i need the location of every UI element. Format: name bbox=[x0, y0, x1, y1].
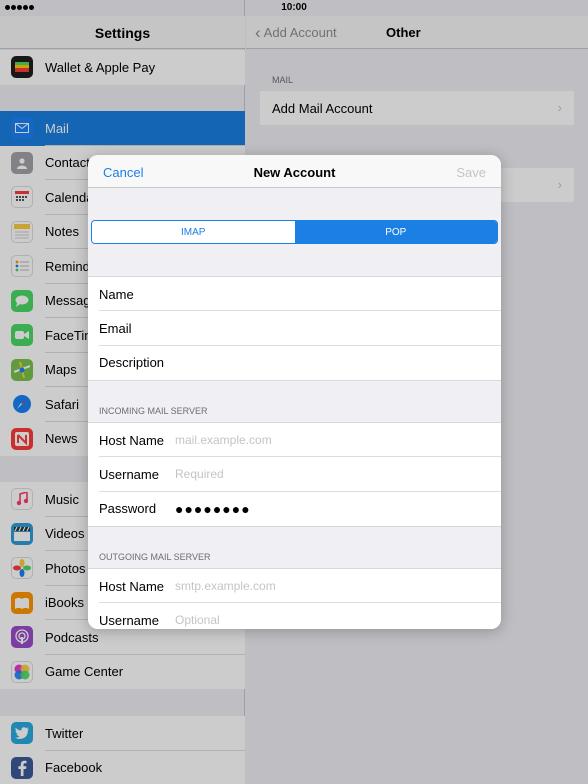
new-account-navigation-bar: Cancel New Account Save bbox=[88, 155, 501, 188]
incoming-password-value: ●●●●●●●● bbox=[175, 500, 251, 517]
outgoing-server-group: Host Name smtp.example.com Username Opti… bbox=[88, 568, 501, 629]
incoming-host-name-placeholder: mail.example.com bbox=[175, 433, 272, 448]
email-field[interactable]: Email bbox=[88, 311, 501, 346]
outgoing-server-header: OUTGOING MAIL SERVER bbox=[99, 552, 211, 562]
name-field-label: Name bbox=[99, 286, 134, 302]
incoming-username-label: Username bbox=[99, 466, 159, 482]
account-type-segmented-control: IMAP POP bbox=[91, 220, 498, 244]
incoming-server-group: Host Name mail.example.com Username Requ… bbox=[88, 422, 501, 527]
account-info-group: Name Email Description bbox=[88, 276, 501, 381]
outgoing-host-name-field[interactable]: Host Name smtp.example.com bbox=[88, 569, 501, 604]
status-time: 10:00 bbox=[281, 2, 307, 13]
outgoing-username-label: Username bbox=[99, 612, 159, 628]
outgoing-host-name-placeholder: smtp.example.com bbox=[175, 579, 276, 594]
status-bar: 10:00 bbox=[0, 0, 588, 16]
segment-pop[interactable]: POP bbox=[294, 221, 497, 243]
incoming-host-name-field[interactable]: Host Name mail.example.com bbox=[88, 423, 501, 458]
segment-imap[interactable]: IMAP bbox=[92, 221, 295, 243]
outgoing-host-name-label: Host Name bbox=[99, 578, 165, 594]
incoming-password-label: Password bbox=[99, 501, 157, 517]
incoming-server-header: INCOMING MAIL SERVER bbox=[99, 406, 208, 416]
email-field-label: Email bbox=[99, 320, 132, 336]
name-field[interactable]: Name bbox=[88, 277, 501, 312]
incoming-username-field[interactable]: Username Required bbox=[88, 457, 501, 492]
incoming-host-name-label: Host Name bbox=[99, 432, 165, 448]
new-account-title: New Account bbox=[253, 165, 336, 180]
incoming-username-placeholder: Required bbox=[175, 467, 224, 482]
description-field-label: Description bbox=[99, 355, 165, 371]
incoming-password-field[interactable]: Password ●●●●●●●● bbox=[88, 492, 501, 526]
new-account-sheet: Cancel New Account Save IMAP POP Name Em… bbox=[88, 155, 501, 629]
outgoing-username-placeholder: Optional bbox=[175, 613, 220, 628]
outgoing-username-field[interactable]: Username Optional bbox=[88, 603, 501, 629]
save-button[interactable]: Save bbox=[456, 165, 486, 180]
description-field[interactable]: Description bbox=[88, 346, 501, 380]
